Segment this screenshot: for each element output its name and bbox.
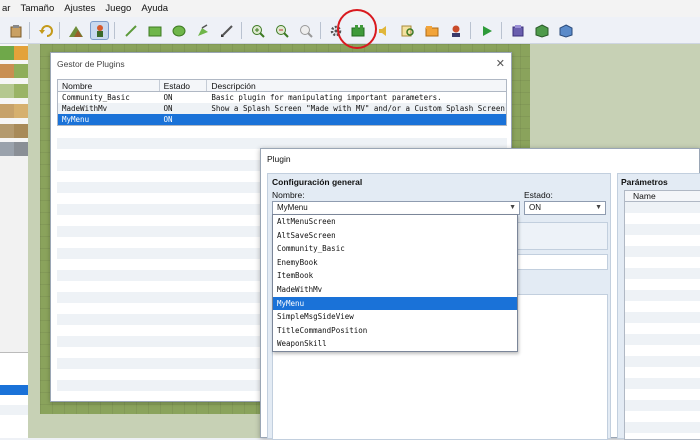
map-layer-icon[interactable] xyxy=(66,21,85,40)
menu-ayuda[interactable]: Ayuda xyxy=(141,3,168,14)
paste-icon[interactable] xyxy=(6,21,25,40)
highlight-annotation xyxy=(337,9,377,49)
chevron-down-icon: ▼ xyxy=(595,204,602,211)
rectangle-icon[interactable] xyxy=(145,21,164,40)
plugin-description: Basic plugin for manipulating important … xyxy=(211,93,442,102)
zoom-out-icon[interactable] xyxy=(272,21,291,40)
menu-archivo[interactable]: ar xyxy=(2,3,10,14)
ellipse-icon[interactable] xyxy=(169,21,188,40)
column-header-nombre[interactable]: Nombre xyxy=(58,80,160,91)
zoom-actual-icon[interactable] xyxy=(296,21,315,40)
dropdown-option[interactable]: MadeWithMv xyxy=(273,283,517,297)
tileset-palette[interactable] xyxy=(0,44,28,156)
deploy-icon[interactable] xyxy=(508,21,527,40)
playtest-icon[interactable] xyxy=(477,21,496,40)
close-icon[interactable]: ✕ xyxy=(496,57,505,70)
menu-tamano[interactable]: Tamaño xyxy=(20,3,54,14)
dropdown-option[interactable]: SimpleMsgSideView xyxy=(273,310,517,324)
status-label: Estado: xyxy=(524,190,553,200)
dropdown-option[interactable]: TitleCommandPosition xyxy=(273,324,517,338)
plugin-status: ON xyxy=(163,93,173,102)
parameters-title: Parámetros xyxy=(621,177,668,187)
plugin-name: Community_Basic xyxy=(62,93,130,102)
table-header: Nombre Estado Descripción xyxy=(58,80,506,92)
general-settings-title: Configuración general xyxy=(272,177,363,187)
pencil-icon[interactable] xyxy=(121,21,140,40)
settings-box-icon[interactable] xyxy=(556,21,575,40)
undo-icon[interactable] xyxy=(36,21,55,40)
event-layer-icon[interactable] xyxy=(90,21,109,40)
plugin-description xyxy=(207,114,506,125)
shadow-pen-icon[interactable] xyxy=(217,21,236,40)
plugin-dialog-title: Plugin xyxy=(267,154,291,164)
parameters-table[interactable]: Name xyxy=(624,190,700,440)
plugin-status: ON xyxy=(163,115,173,124)
plugin-manager-title: Gestor de Plugins xyxy=(57,59,125,69)
dropdown-option[interactable]: ItemBook xyxy=(273,269,517,283)
dropdown-option[interactable]: WeaponSkill xyxy=(273,337,517,351)
plugin-name: MadeWithMv xyxy=(62,104,108,113)
event-search-icon[interactable] xyxy=(398,21,417,40)
column-header-descripcion[interactable]: Descripción xyxy=(207,80,506,91)
status-select[interactable]: ON ▼ xyxy=(524,201,606,215)
plugin-name-select[interactable]: MyMenu ▼ xyxy=(272,201,520,215)
dropdown-option[interactable]: EnemyBook xyxy=(273,256,517,270)
dropdown-option[interactable]: AltMenuScreen xyxy=(273,215,517,229)
fill-icon[interactable] xyxy=(193,21,212,40)
column-header-estado[interactable]: Estado xyxy=(160,80,208,91)
menu-juego[interactable]: Juego xyxy=(105,3,131,14)
dropdown-option[interactable]: AltSaveScreen xyxy=(273,229,517,243)
plugin-description: Show a Splash Screen "Made with MV" and/… xyxy=(211,104,506,113)
table-row[interactable]: MadeWithMv ON Show a Splash Screen "Made… xyxy=(58,103,506,114)
parameters-group: Parámetros Name xyxy=(617,173,700,440)
plugin-name-dropdown: AltMenuScreen AltSaveScreen Community_Ba… xyxy=(272,214,518,352)
dropdown-option[interactable]: Community_Basic xyxy=(273,242,517,256)
plugin-name-value: MyMenu xyxy=(277,203,308,212)
resource-3d-icon[interactable] xyxy=(532,21,551,40)
plugin-status: ON xyxy=(163,104,173,113)
chevron-down-icon: ▼ xyxy=(509,204,516,211)
zoom-in-icon[interactable] xyxy=(248,21,267,40)
name-label: Nombre: xyxy=(272,190,305,200)
dropdown-option-selected[interactable]: MyMenu xyxy=(273,296,517,311)
column-header-name[interactable]: Name xyxy=(625,191,700,202)
character-generator-icon[interactable] xyxy=(446,21,465,40)
status-value: ON xyxy=(529,203,541,212)
plugin-table: Nombre Estado Descripción Community_Basi… xyxy=(57,79,507,126)
menu-ajustes[interactable]: Ajustes xyxy=(64,3,95,14)
table-row[interactable]: Community_Basic ON Basic plugin for mani… xyxy=(58,92,506,103)
resource-manager-icon[interactable] xyxy=(422,21,441,40)
plugin-name: MyMenu xyxy=(62,115,90,124)
table-row-selected[interactable]: MyMenu ON xyxy=(58,114,506,125)
